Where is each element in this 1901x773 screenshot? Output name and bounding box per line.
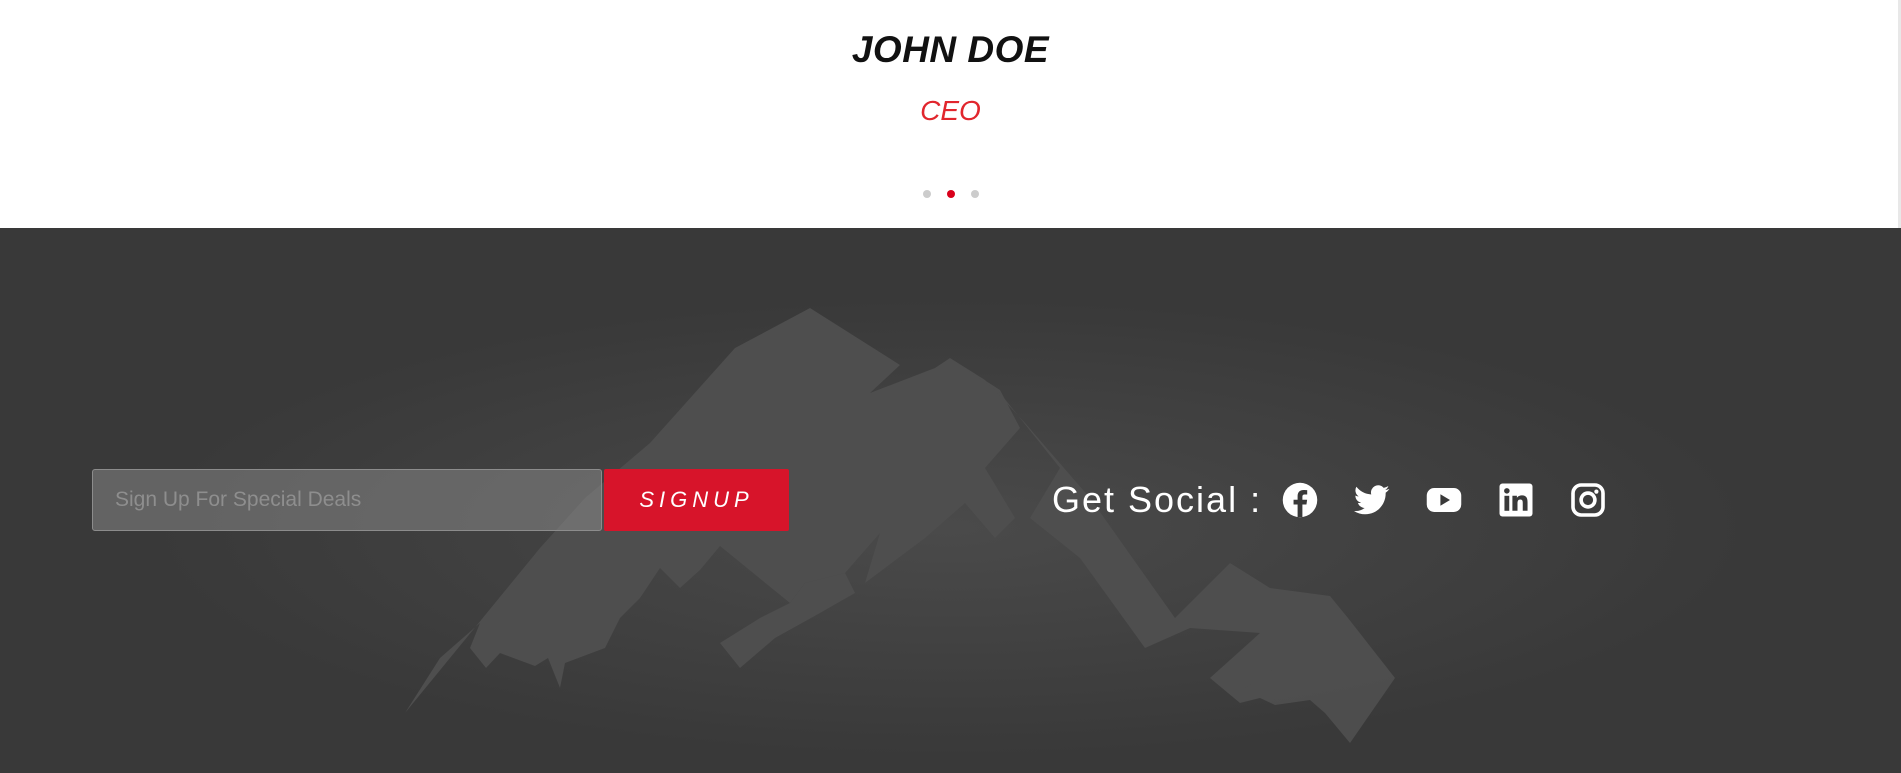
signup-button[interactable]: SIGNUP bbox=[604, 469, 789, 531]
twitter-icon bbox=[1354, 485, 1390, 515]
facebook-icon bbox=[1282, 482, 1318, 518]
youtube-icon bbox=[1426, 488, 1462, 512]
facebook-link[interactable] bbox=[1280, 480, 1320, 520]
signup-form: SIGN UP bbox=[92, 469, 789, 531]
twitter-link[interactable] bbox=[1352, 480, 1392, 520]
youtube-link[interactable] bbox=[1424, 480, 1464, 520]
carousel-dot-3[interactable] bbox=[970, 190, 979, 198]
testimonial-role: CEO bbox=[920, 95, 981, 126]
footer: SIGNUP Get Social : bbox=[0, 228, 1901, 773]
instagram-icon bbox=[1571, 483, 1605, 517]
testimonial-section: JOHN DOE CEO bbox=[0, 0, 1901, 228]
linkedin-link[interactable] bbox=[1496, 480, 1536, 520]
linkedin-icon bbox=[1499, 483, 1533, 517]
carousel-dots bbox=[0, 190, 1901, 198]
social-label: Get Social : bbox=[1052, 479, 1263, 520]
social-links: Get Social : bbox=[1052, 475, 1640, 525]
carousel-dot-2[interactable] bbox=[946, 190, 955, 198]
testimonial-name: JOHN DOE bbox=[851, 29, 1050, 70]
email-signup-input[interactable] bbox=[92, 469, 602, 531]
instagram-link[interactable] bbox=[1568, 480, 1608, 520]
carousel-dot-1[interactable] bbox=[922, 190, 931, 198]
